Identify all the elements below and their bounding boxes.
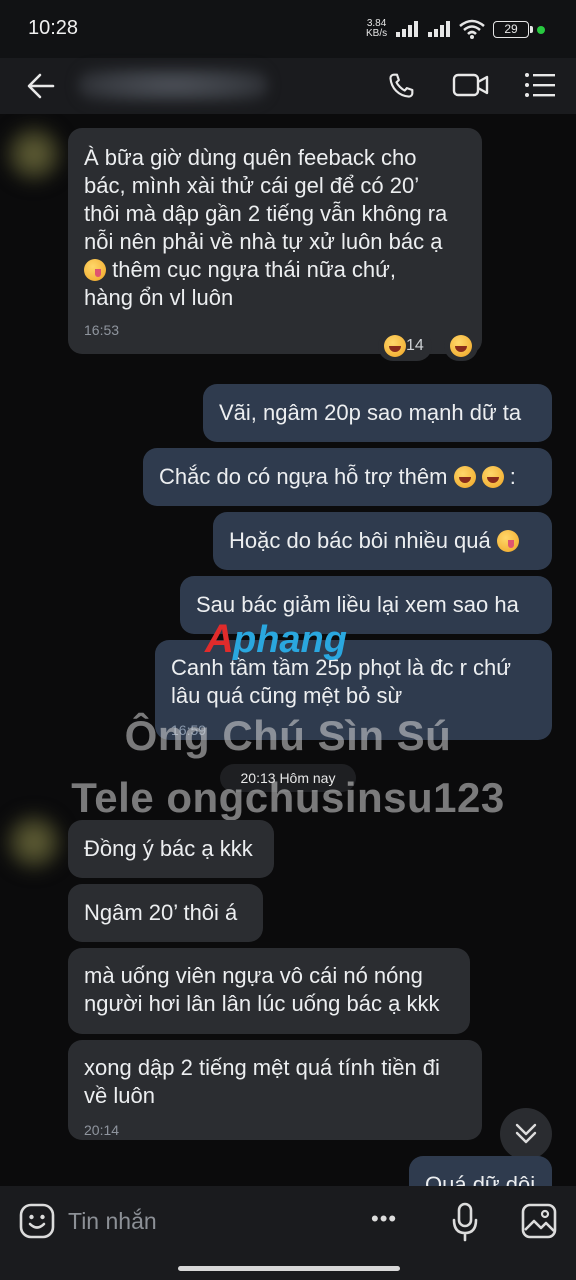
- sticker-icon[interactable]: [19, 1203, 55, 1239]
- message-line: nỗi nên phải về nhà tự xử luôn bác ạ: [84, 229, 443, 254]
- laughing-emoji: [453, 466, 476, 488]
- laughing-emoji: [384, 335, 406, 357]
- contact-avatar[interactable]: [6, 126, 62, 182]
- status-bar: 10:28 3.84 KB/s 29: [0, 0, 576, 58]
- message-line: mà uống viên ngựa vô cái nó nóng: [84, 963, 423, 988]
- message-bubble-incoming[interactable]: xong dập 2 tiếng mệt quá tính tiền đi về…: [68, 1040, 482, 1140]
- message-bubble-incoming[interactable]: mà uống viên ngựa vô cái nó nóng người h…: [68, 948, 470, 1034]
- back-arrow-icon[interactable]: [26, 72, 56, 100]
- message-line: xong dập 2 tiếng mệt quá tính tiền đi: [84, 1055, 440, 1080]
- message-bubble-incoming[interactable]: Ngâm 20’ thôi á: [68, 884, 263, 942]
- message-text: Vãi, ngâm 20p sao mạnh dữ ta: [219, 400, 522, 425]
- message-bubble-outgoing[interactable]: Chắc do có ngựa hỗ trợ thêm :: [143, 448, 552, 506]
- message-line: người hơi lân lân lúc uống bác ạ kkk: [84, 991, 440, 1016]
- message-bubble-incoming[interactable]: À bữa giờ dùng quên feeback cho bác, mìn…: [68, 128, 482, 354]
- add-reaction-button[interactable]: [444, 331, 478, 361]
- laughing-emoji: [450, 335, 472, 357]
- svg-text:A: A: [204, 617, 234, 661]
- message-input[interactable]: Tin nhắn: [68, 1208, 157, 1235]
- signal-icon: [396, 21, 418, 37]
- contact-avatar[interactable]: [6, 814, 62, 870]
- message-line: À bữa giờ dùng quên feeback cho: [84, 145, 417, 170]
- microphone-icon[interactable]: [452, 1202, 478, 1242]
- scroll-to-bottom-button[interactable]: [500, 1108, 552, 1160]
- svg-text:phang: phang: [232, 619, 347, 661]
- scroll-down-icon: [515, 1123, 537, 1144]
- message-text: Hoặc do bác bôi nhiều quá: [229, 528, 491, 553]
- status-time: 10:28: [28, 17, 79, 39]
- message-bubble-outgoing[interactable]: Hoặc do bác bôi nhiều quá: [213, 512, 552, 570]
- reaction-count-badge[interactable]: 14: [378, 331, 432, 361]
- network-speed-unit: KB/s: [366, 28, 388, 39]
- message-suffix: :: [509, 464, 516, 489]
- camera-in-use-dot: [537, 26, 545, 34]
- network-speed: 3.84 KB/s: [366, 19, 387, 39]
- message-line: lâu quá cũng mệt bỏ sừ: [171, 683, 403, 708]
- menu-list-icon[interactable]: [524, 71, 556, 99]
- image-icon[interactable]: [521, 1203, 557, 1239]
- video-call-icon[interactable]: [452, 70, 490, 100]
- chat-screen: 10:28 3.84 KB/s 29 À bữa giờ dùng quên f…: [0, 0, 576, 1280]
- laughing-emoji: [481, 466, 504, 488]
- message-input-bar: Tin nhắn •••: [0, 1186, 576, 1280]
- message-text: Chắc do có ngựa hỗ trợ thêm: [159, 464, 448, 489]
- winking-tongue-emoji: [84, 259, 106, 281]
- message-line: hàng ổn vl luôn: [84, 285, 234, 310]
- phone-icon[interactable]: [385, 70, 417, 102]
- watermark-logo: A phang: [204, 617, 347, 661]
- message-bubble-outgoing[interactable]: Quá dữ dội: [409, 1156, 552, 1186]
- message-line: về luôn: [84, 1083, 155, 1108]
- message-line-text: thêm cục ngựa thái nữa chứ,: [112, 257, 397, 282]
- message-text: Quá dữ dội: [425, 1172, 536, 1186]
- battery-indicator: 29: [493, 21, 533, 38]
- message-bubble-outgoing[interactable]: Vãi, ngâm 20p sao mạnh dữ ta: [203, 384, 552, 442]
- message-line: bác, mình xài thử cái gel để có 20’: [84, 173, 420, 198]
- gesture-nav-bar[interactable]: [178, 1266, 400, 1271]
- winking-tongue-emoji: [496, 530, 519, 552]
- signal-icon-2: [428, 21, 450, 37]
- message-text: Sau bác giảm liều lại xem sao ha: [196, 592, 519, 617]
- more-icon[interactable]: •••: [371, 1206, 397, 1232]
- message-text: Đồng ý bác ạ kkk: [84, 836, 253, 861]
- chat-header: [0, 58, 576, 114]
- message-bubble-incoming[interactable]: Đồng ý bác ạ kkk: [68, 820, 274, 878]
- message-time: 16:53: [84, 322, 120, 338]
- contact-name-blurred[interactable]: [78, 68, 268, 102]
- message-time: 20:14: [84, 1122, 120, 1138]
- message-list[interactable]: À bữa giờ dùng quên feeback cho bác, mìn…: [0, 114, 576, 1186]
- message-text: Ngâm 20’ thôi á: [84, 900, 238, 925]
- message-line: thôi mà dập gần 2 tiếng vẫn không ra: [84, 201, 448, 226]
- wifi-icon: [459, 19, 485, 39]
- watermark-line-1: Ông Chú Sìn Sú: [124, 712, 452, 759]
- reaction-count: 14: [406, 337, 424, 354]
- message-line: thêm cục ngựa thái nữa chứ,: [84, 256, 466, 284]
- watermark-line-2: Tele ongchusinsu123: [71, 774, 505, 821]
